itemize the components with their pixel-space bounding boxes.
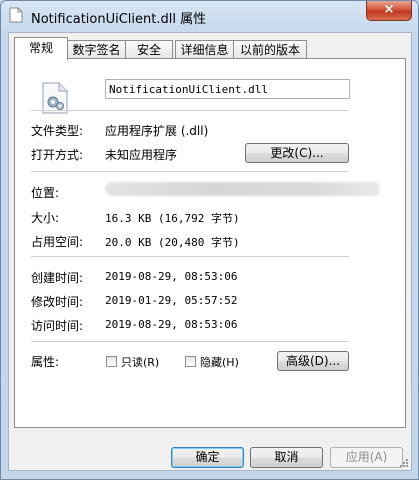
tab-general[interactable]: 常规 (14, 37, 68, 60)
open-with-value: 未知应用程序 (105, 148, 178, 162)
tab-digital-signatures[interactable]: 数字签名 (67, 40, 126, 59)
window-title: NotificationUiClient.dll 属性 (31, 12, 207, 27)
apply-button[interactable]: 应用(A) (330, 447, 403, 468)
readonly-checkbox[interactable] (106, 356, 117, 367)
file-type-value: 应用程序扩展 (.dll) (105, 124, 209, 138)
tab-label: 安全 (136, 43, 161, 57)
tab-label: 详细信息 (180, 43, 229, 57)
size-on-disk-label: 占用空间: (31, 235, 84, 249)
size-on-disk-value: 20.0 KB (20,480 字节) (105, 236, 240, 249)
attributes-label: 属性: (31, 355, 60, 369)
hidden-label: 隐藏(H) (200, 356, 239, 369)
dialog-client: 常规 数字签名 安全 详细信息 以前的版本 NotificationUiClie… (8, 32, 412, 471)
divider (31, 341, 349, 342)
change-button[interactable]: 更改(C)... (245, 143, 349, 163)
tab-label: 常规 (28, 41, 53, 55)
file-type-label: 文件类型: (31, 124, 84, 138)
divider (31, 256, 349, 257)
file-icon (9, 7, 23, 23)
accessed-value: 2019-08-29, 08:53:06 (105, 318, 238, 331)
modified-value: 2019-01-29, 05:57:52 (105, 294, 238, 307)
tab-details[interactable]: 详细信息 (175, 40, 234, 59)
advanced-button[interactable]: 高级(D)... (277, 351, 349, 371)
size-label: 大小: (31, 211, 60, 225)
tab-label: 以前的版本 (239, 43, 300, 57)
divider (31, 171, 349, 172)
hidden-checkbox[interactable] (185, 356, 196, 367)
tab-security[interactable]: 安全 (125, 40, 173, 59)
modified-label: 修改时间: (31, 295, 84, 309)
cancel-button[interactable]: 取消 (250, 447, 323, 468)
close-button[interactable]: × (366, 1, 412, 21)
location-value-redacted (105, 182, 380, 196)
accessed-label: 访问时间: (31, 319, 84, 333)
tab-previous-versions[interactable]: 以前的版本 (233, 40, 307, 59)
tab-label: 数字签名 (72, 43, 121, 57)
readonly-label: 只读(R) (121, 356, 160, 369)
divider (31, 110, 349, 111)
ok-button[interactable]: 确定 (171, 447, 244, 468)
size-value: 16.3 KB (16,792 字节) (105, 212, 240, 225)
filename-field[interactable]: NotificationUiClient.dll (105, 79, 350, 99)
properties-window: NotificationUiClient.dll 属性 × 常规 数字签名 安全… (0, 0, 419, 480)
resize-grip-icon[interactable] (399, 458, 409, 468)
close-icon: × (383, 2, 395, 17)
created-label: 创建时间: (31, 271, 84, 285)
location-label: 位置: (31, 186, 60, 200)
created-value: 2019-08-29, 08:53:06 (105, 270, 238, 283)
open-with-label: 打开方式: (31, 148, 84, 162)
general-panel: NotificationUiClient.dll 文件类型: 应用程序扩展 (.… (14, 58, 406, 428)
title-bar[interactable]: NotificationUiClient.dll 属性 × (1, 1, 418, 31)
